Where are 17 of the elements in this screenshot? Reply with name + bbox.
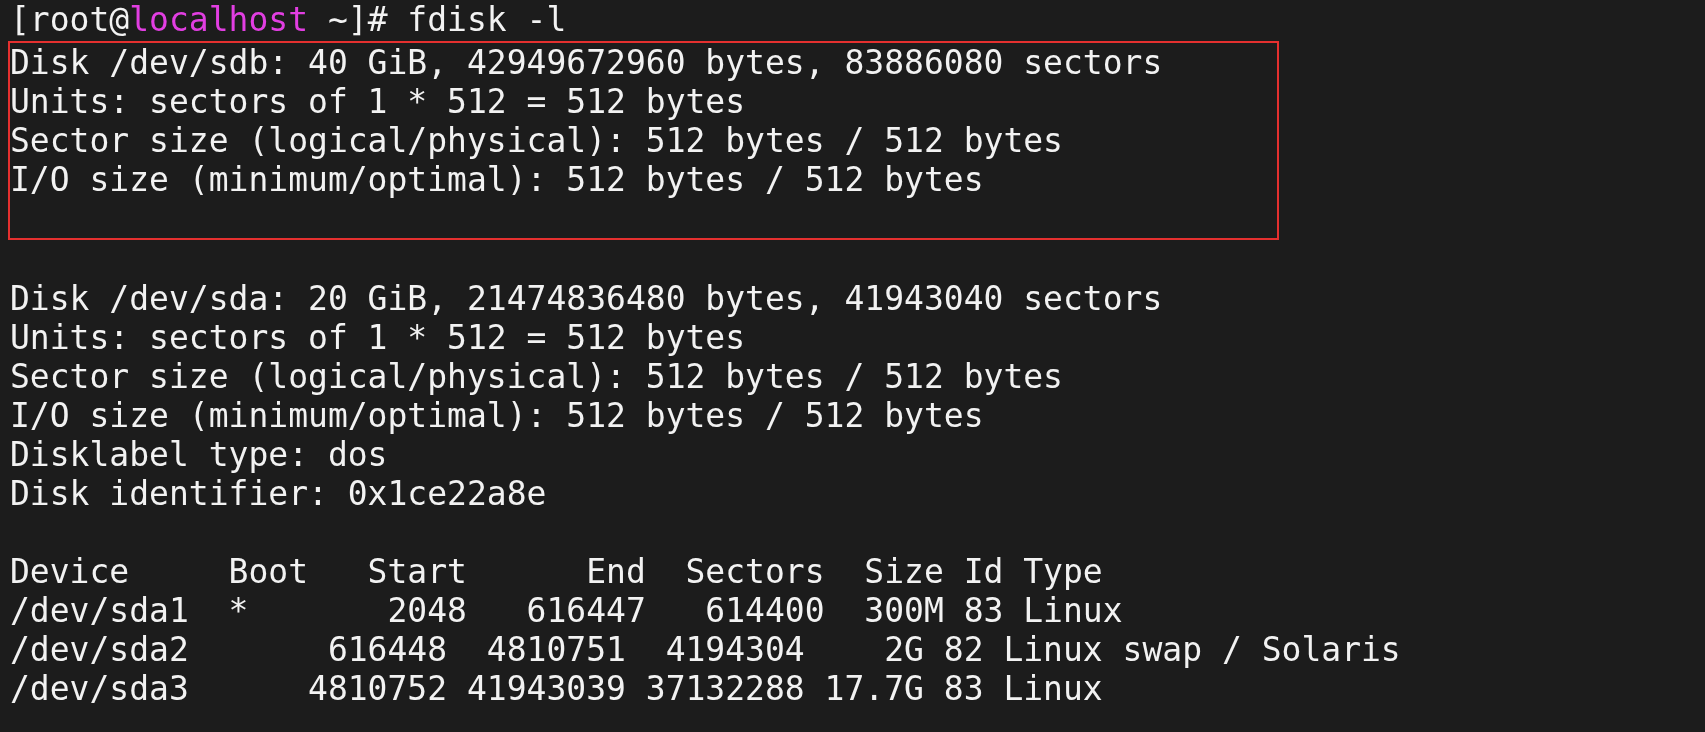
output-line: I/O size (minimum/optimal): 512 bytes / 512 bytes	[10, 160, 984, 199]
output-line: Sector size (logical/physical): 512 bytes / 512 bytes	[10, 357, 1063, 396]
output-line: Units: sectors of 1 * 512 = 512 bytes	[10, 82, 746, 121]
prompt-hostname: localhost	[129, 0, 309, 39]
output-line: Units: sectors of 1 * 512 = 512 bytes	[10, 318, 746, 357]
output-line: /dev/sda3 4810752 41943039 37132288 17.7G 83 Linux	[10, 669, 1103, 708]
output-line: /dev/sda2 616448 4810751 4194304 2G 82 Linux swap / Solaris	[10, 630, 1401, 669]
output-line: Device Boot Start End Sectors Size Id Type	[10, 552, 1103, 591]
prompt-text: ~]# fdisk -l	[326, 0, 567, 39]
output-line: I/O size (minimum/optimal): 512 bytes / 512 bytes	[10, 396, 984, 435]
output-line: Sector size (logical/physical): 512 bytes / 512 bytes	[10, 121, 1063, 160]
output-line: /dev/sda1 * 2048 616447 614400 300M 83 Linux	[10, 591, 1123, 630]
output-line: Disk /dev/sdb: 40 GiB, 42949672960 bytes, 83886080 sectors	[10, 43, 1163, 82]
prompt-text: [root@	[10, 0, 130, 39]
output-line: Disklabel type: dos	[10, 435, 388, 474]
output-line: Disk /dev/sda: 20 GiB, 21474836480 bytes, 41943040 sectors	[10, 279, 1163, 318]
output-line: Disk identifier: 0x1ce22a8e	[10, 474, 547, 513]
